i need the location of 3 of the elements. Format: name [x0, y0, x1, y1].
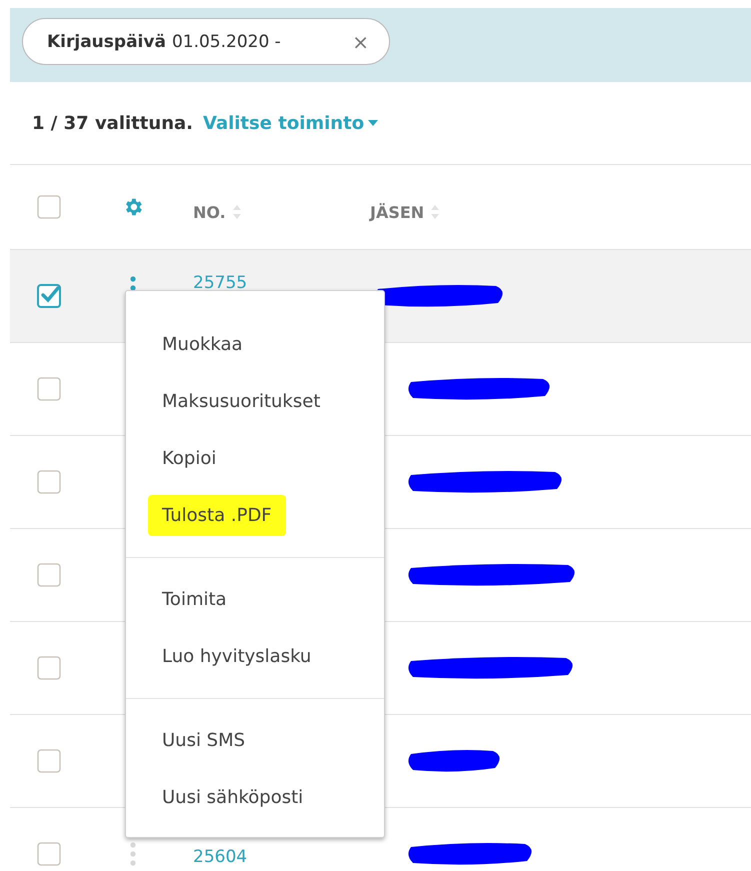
selection-count: 1 / 37 valittuna. — [32, 112, 193, 134]
filter-value: 01.05.2020 - — [172, 32, 281, 52]
filter-label: Kirjauspäivä — [47, 32, 166, 52]
